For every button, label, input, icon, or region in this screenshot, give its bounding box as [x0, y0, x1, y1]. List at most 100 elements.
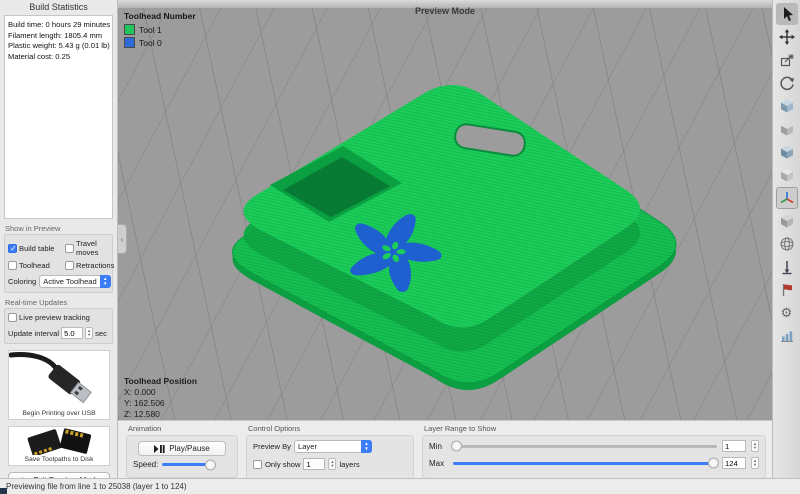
- play-pause-icon: [154, 445, 165, 453]
- stat-plastic-weight: Plastic weight: 5.43 g (0.01 lb): [8, 41, 109, 52]
- min-slider-knob[interactable]: [451, 441, 462, 452]
- position-y: Y: 162.506: [124, 398, 197, 409]
- layers-label: layers: [339, 460, 359, 469]
- only-show-label: Only show: [265, 460, 300, 469]
- min-stepper[interactable]: ▲▼: [751, 440, 759, 452]
- cursor-icon: [779, 6, 795, 22]
- only-show-input[interactable]: [303, 458, 325, 470]
- view-cube-iso-icon: [779, 98, 795, 114]
- bar-chart-icon: [779, 328, 795, 344]
- view-cube-side-icon: [779, 144, 795, 160]
- cursor-tool-button[interactable]: [776, 3, 798, 25]
- preview-viewport[interactable]: Toolhead Number Tool 1 Tool 0 Preview Mo…: [118, 0, 772, 420]
- view-side-button[interactable]: [776, 141, 798, 163]
- control-options-group: Control Options Preview By Layer ▲▼ Only…: [246, 424, 414, 478]
- show-in-preview-box: Build table Travel moves Toolhead Retrac…: [4, 234, 113, 293]
- position-z: Z: 12.580: [124, 409, 197, 420]
- toolhead-checkbox[interactable]: [8, 261, 17, 270]
- scale-tool-button[interactable]: [776, 49, 798, 71]
- interval-stepper[interactable]: ▲▼: [85, 327, 93, 339]
- show-in-preview-label: Show in Preview: [5, 224, 117, 233]
- stat-material-cost: Material cost: 0.25: [8, 52, 109, 63]
- play-pause-button[interactable]: Play/Pause: [138, 441, 226, 456]
- animation-group: Animation Play/Pause Speed:: [126, 424, 238, 478]
- update-interval-label: Update interval: [8, 329, 59, 338]
- tool0-swatch: [124, 37, 135, 48]
- speed-slider[interactable]: [162, 463, 214, 466]
- view-top-button[interactable]: [776, 164, 798, 186]
- statistics-button[interactable]: [776, 325, 798, 347]
- sd-cards-image: [9, 427, 109, 455]
- view-front-button[interactable]: [776, 118, 798, 140]
- toolhead-position: Toolhead Position X: 0.000 Y: 162.506 Z:…: [124, 376, 197, 420]
- checkbox-live-preview[interactable]: Live preview tracking: [8, 313, 109, 322]
- max-slider-knob[interactable]: [708, 458, 719, 469]
- update-interval-input[interactable]: [61, 327, 83, 339]
- view-cube-front-icon: [779, 121, 795, 137]
- rotate-icon: [779, 75, 795, 91]
- panel-collapse-handle[interactable]: ‹: [118, 224, 127, 254]
- live-preview-checkbox[interactable]: [8, 313, 17, 322]
- solid-cube-icon: [779, 213, 795, 229]
- chevron-updown-icon: ▲▼: [361, 440, 372, 453]
- speed-slider-knob[interactable]: [205, 459, 216, 470]
- interval-unit-label: sec: [95, 329, 107, 338]
- checkbox-toolhead[interactable]: Toolhead: [8, 261, 65, 270]
- rotate-tool-button[interactable]: [776, 72, 798, 94]
- save-toolpaths-disk-button[interactable]: Save Toolpaths to Disk: [8, 426, 110, 466]
- legend-tool1: Tool 1: [124, 24, 196, 35]
- settings-button[interactable]: ⚙: [776, 302, 798, 324]
- max-stepper[interactable]: ▲▼: [751, 457, 759, 469]
- coloring-dropdown[interactable]: Active Toolhead ▲▼: [39, 275, 110, 288]
- build-statistics-title: Build Statistics: [0, 2, 117, 13]
- gear-icon: ⚙: [781, 305, 793, 321]
- build-statistics-box: Build time: 0 hours 29 minutes Filament …: [4, 15, 113, 219]
- flag-icon: [779, 282, 795, 298]
- scale-icon: [779, 52, 795, 68]
- preview-by-label: Preview By: [253, 442, 291, 451]
- max-layer-slider[interactable]: [453, 462, 717, 465]
- retractions-checkbox[interactable]: [65, 261, 74, 270]
- coordinate-axes-icon: [779, 190, 795, 206]
- only-show-checkbox[interactable]: [253, 460, 262, 469]
- measure-tool-button[interactable]: [776, 256, 798, 278]
- flag-tool-button[interactable]: [776, 279, 798, 301]
- coloring-label: Coloring: [8, 277, 36, 286]
- begin-printing-usb-button[interactable]: Begin Printing over USB: [8, 350, 110, 420]
- only-show-stepper[interactable]: ▲▼: [328, 458, 336, 470]
- travel-moves-checkbox[interactable]: [65, 244, 74, 253]
- status-bar: Previewing file from line 1 to 25038 (la…: [0, 478, 800, 494]
- min-label: Min: [429, 442, 448, 451]
- solid-cube-button[interactable]: [776, 210, 798, 232]
- speed-label: Speed:: [133, 460, 158, 469]
- build-table-checkbox[interactable]: [8, 244, 17, 253]
- preview-mode-label: Preview Mode: [118, 6, 772, 16]
- min-layer-slider[interactable]: [453, 445, 717, 448]
- min-layer-input[interactable]: [722, 440, 746, 452]
- pan-tool-button[interactable]: [776, 26, 798, 48]
- left-panel: Build Statistics Build time: 0 hours 29 …: [0, 0, 118, 478]
- wireframe-sphere-icon: [779, 236, 795, 252]
- pan-icon: [779, 29, 795, 45]
- checkbox-retractions[interactable]: Retractions: [65, 261, 115, 270]
- right-toolbar: ⚙: [772, 0, 800, 478]
- checkbox-build-table[interactable]: Build table: [8, 239, 65, 257]
- preview-by-dropdown[interactable]: Layer ▲▼: [294, 440, 372, 453]
- position-x: X: 0.000: [124, 387, 197, 398]
- view-iso-button[interactable]: [776, 95, 798, 117]
- tool1-swatch: [124, 24, 135, 35]
- layer-range-group: Layer Range to Show Min ▲▼ Max ▲▼: [422, 424, 766, 478]
- stat-filament-length: Filament length: 1805.4 mm: [8, 31, 109, 42]
- realtime-updates-label: Real-time Updates: [5, 298, 117, 307]
- realtime-updates-box: Live preview tracking Update interval ▲▼…: [4, 308, 113, 344]
- measure-icon: [779, 259, 795, 275]
- coordinate-axes-button[interactable]: [776, 187, 798, 209]
- window-corner: [0, 488, 7, 494]
- max-layer-input[interactable]: [722, 457, 746, 469]
- model-3d-render: [118, 0, 772, 420]
- checkbox-travel-moves[interactable]: Travel moves: [65, 239, 115, 257]
- bottom-control-bar: Animation Play/Pause Speed: Control Opti…: [118, 420, 772, 478]
- wireframe-button[interactable]: [776, 233, 798, 255]
- usb-cable-image: [9, 351, 109, 409]
- view-cube-top-icon: [779, 167, 795, 183]
